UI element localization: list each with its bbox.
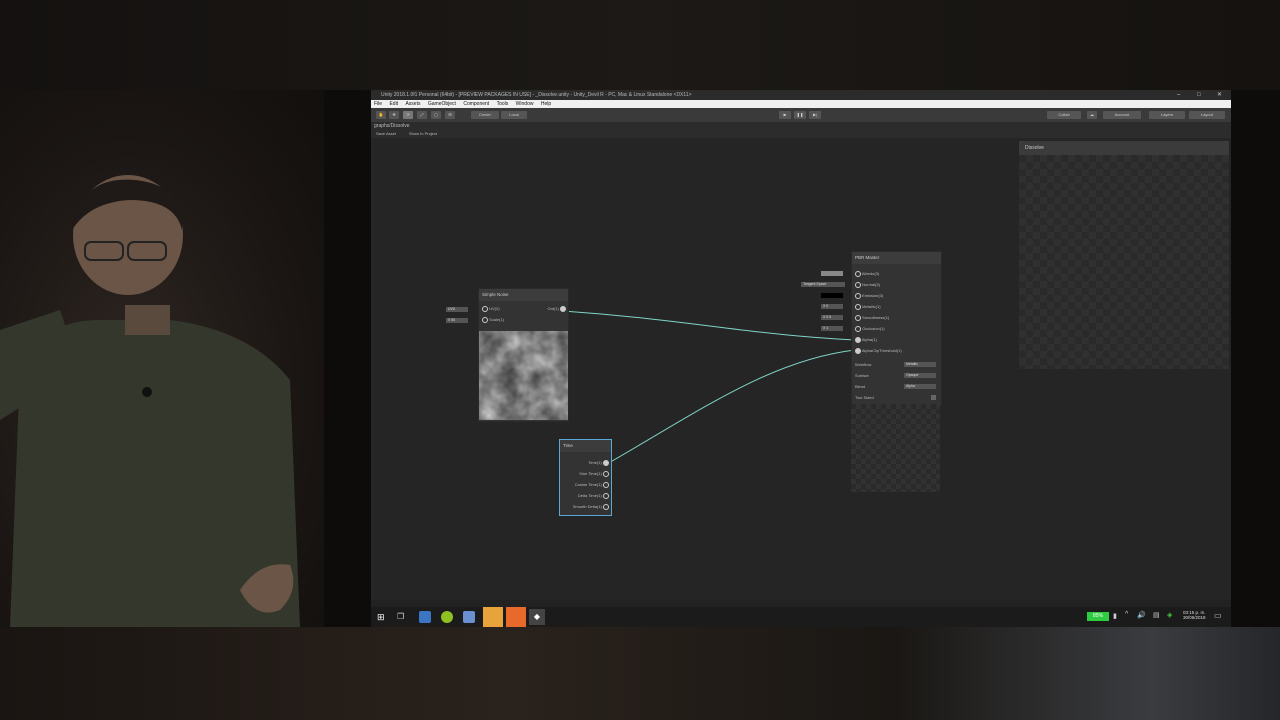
smooth-delta-port[interactable]: Smooth Delta(1) <box>573 504 609 510</box>
occlusion-value-field[interactable]: X 1 <box>821 326 843 331</box>
port-dot-icon <box>855 337 861 343</box>
port-dot-icon <box>855 348 861 354</box>
task-view-button[interactable]: ❐ <box>397 611 409 623</box>
simple-noise-uv-port[interactable]: UV(2) <box>482 306 500 312</box>
port-dot-icon <box>603 460 609 466</box>
workflow-dropdown[interactable]: Metallic <box>904 362 936 367</box>
unity-editor-screen: Unity 2018.1.0f1 Personal (64bit) - [PRE… <box>371 90 1231 627</box>
emission-port[interactable]: Emission(3) <box>855 293 883 299</box>
battery-icon: ▮ <box>1113 613 1117 620</box>
surface-label: Surface <box>855 373 869 378</box>
taskbar-app-explorer[interactable] <box>483 607 503 627</box>
two-sided-toggle[interactable] <box>931 395 936 400</box>
sine-time-port[interactable]: Sine Time(1) <box>579 471 609 477</box>
taskbar-app-3[interactable] <box>463 611 475 623</box>
normal-port[interactable]: Normal(3) <box>855 282 880 288</box>
presenter-photo <box>0 175 300 627</box>
albedo-port[interactable]: Albedo(3) <box>855 271 879 277</box>
clock-date: 30/06/2018 <box>1183 615 1206 620</box>
normal-space-field[interactable]: Tangent Space <box>801 282 845 287</box>
shield-icon[interactable]: ◈ <box>1167 611 1172 619</box>
notification-icon[interactable]: ▭ <box>1214 611 1222 620</box>
smoothness-port[interactable]: Smoothness(1) <box>855 315 889 321</box>
network-icon[interactable]: ▤ <box>1153 611 1160 619</box>
time-title: Time <box>563 443 573 448</box>
preview-title: Dissolve <box>1025 145 1044 151</box>
port-dot-icon <box>855 293 861 299</box>
port-dot-icon <box>855 282 861 288</box>
backdrop-top <box>0 0 1280 90</box>
workflow-label: Workflow <box>855 362 872 367</box>
blend-label: Blend <box>855 384 866 389</box>
alpha-clip-port[interactable]: AlphaClipThreshold(1) <box>855 348 902 354</box>
port-dot-icon <box>560 306 566 312</box>
metallic-port[interactable]: Metallic(1) <box>855 304 881 310</box>
port-dot-icon <box>482 317 488 323</box>
two-sided-label: Two Sided <box>855 395 874 400</box>
simple-noise-out-port[interactable]: Out(1) <box>548 306 566 312</box>
unity-icon: ◆ <box>533 612 541 621</box>
chevron-up-icon[interactable]: ^ <box>1125 611 1128 618</box>
port-dot-icon <box>855 326 861 332</box>
smoothness-value-field[interactable]: X 0.5 <box>821 315 843 320</box>
scale-value-field[interactable]: X 50 <box>446 318 468 323</box>
battery-indicator[interactable]: 85% <box>1087 612 1109 621</box>
volume-icon[interactable]: 🔊 <box>1137 611 1146 619</box>
metallic-value-field[interactable]: X 0 <box>821 304 843 309</box>
port-dot-icon <box>603 482 609 488</box>
simple-noise-title: Simple Noise <box>482 292 509 297</box>
port-dot-icon <box>603 493 609 499</box>
main-preview-panel[interactable]: Dissolve <box>1019 141 1229 369</box>
windows-taskbar: ⊞ ❐ ◆ 85% ▮ ^ 🔊 ▤ ◈ 03:15 p. m. 30/06/20… <box>371 607 1231 627</box>
taskbar-app-5[interactable] <box>506 607 526 627</box>
pbr-master-title: PBR Master <box>855 255 880 260</box>
port-dot-icon <box>482 306 488 312</box>
blend-dropdown[interactable]: Alpha <box>904 384 936 389</box>
simple-noise-scale-port[interactable]: Scale(1) <box>482 317 504 323</box>
taskbar-app-chrome[interactable] <box>441 611 453 623</box>
edge-noise-to-alpha <box>562 310 856 341</box>
noise-preview-image <box>479 331 568 420</box>
task-view-icon: ❐ <box>397 612 405 621</box>
albedo-color-field[interactable] <box>821 271 843 276</box>
port-dot-icon <box>603 471 609 477</box>
taskbar-app-unity[interactable]: ◆ <box>529 609 545 625</box>
pbr-master-preview <box>851 404 940 492</box>
backdrop-bottom <box>0 627 1280 720</box>
cosine-time-port[interactable]: Cosine Time(1) <box>575 482 609 488</box>
occlusion-port[interactable]: Occlusion(1) <box>855 326 885 332</box>
pbr-master-node[interactable]: PBR Master Albedo(3) Normal(3) Emission(… <box>851 251 942 406</box>
taskbar-app-1[interactable] <box>419 611 431 623</box>
alpha-port[interactable]: Alpha(1) <box>855 337 877 343</box>
simple-noise-node[interactable]: Simple Noise UV(2) Scale(1) Out(1) <box>478 288 569 422</box>
delta-time-port[interactable]: Delta Time(1) <box>578 493 609 499</box>
uv-channel-field[interactable]: UV0 <box>446 307 468 312</box>
time-port[interactable]: Time(1) <box>588 460 609 466</box>
start-button[interactable]: ⊞ <box>377 611 389 623</box>
surface-dropdown[interactable]: Opaque <box>904 373 936 378</box>
port-dot-icon <box>855 304 861 310</box>
time-node[interactable]: Time Time(1) Sine Time(1) Cosine Time(1)… <box>559 439 612 516</box>
port-dot-icon <box>855 271 861 277</box>
emission-color-field[interactable] <box>821 293 843 298</box>
port-dot-icon <box>603 504 609 510</box>
port-dot-icon <box>855 315 861 321</box>
windows-icon: ⊞ <box>377 612 385 622</box>
clock[interactable]: 03:15 p. m. 30/06/2018 <box>1183 610 1206 620</box>
edge-time-to-clip <box>606 349 856 465</box>
